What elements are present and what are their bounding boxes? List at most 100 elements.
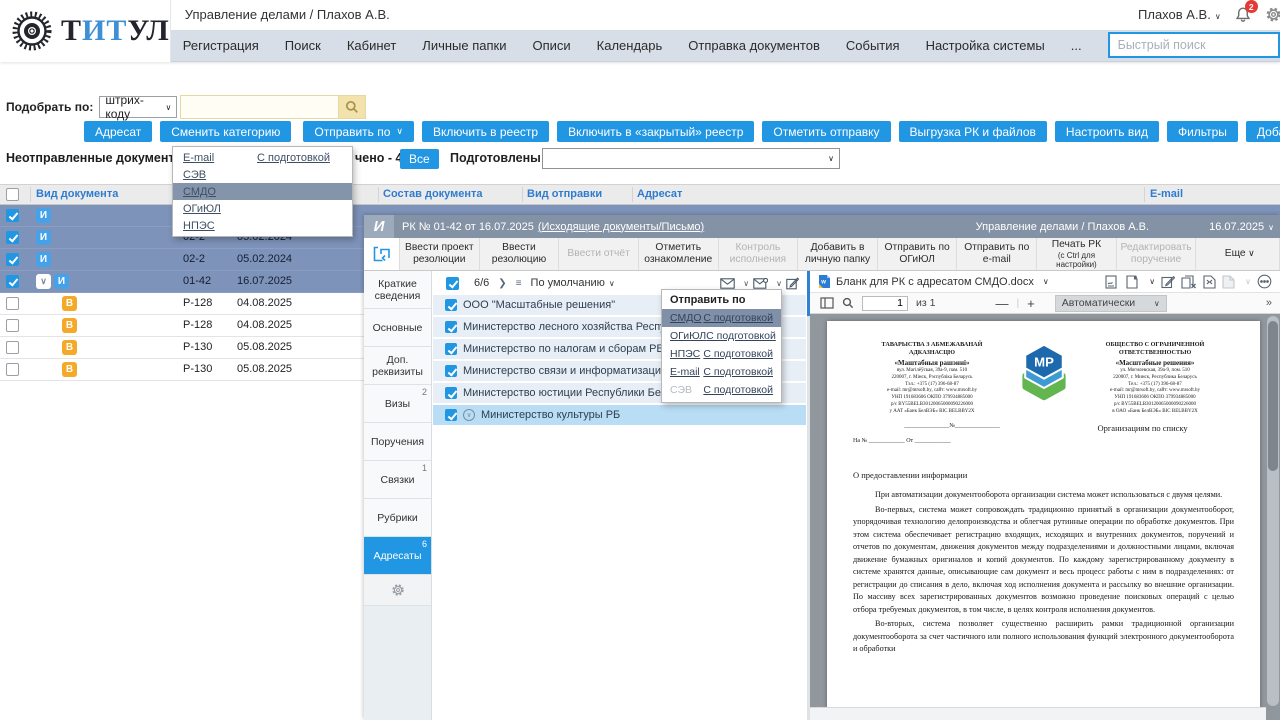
col-email[interactable]: E-mail	[1150, 188, 1183, 200]
notifications-bell-icon[interactable]: 2	[1235, 6, 1251, 23]
user-menu[interactable]: Плахов А.В.∨	[1138, 7, 1221, 22]
toolbar-button[interactable]: Настроить вид	[1055, 121, 1159, 142]
settings-gear-icon[interactable]	[1265, 6, 1280, 23]
addressee-checkbox[interactable]	[445, 387, 457, 399]
rk-tab[interactable]: Поручения	[364, 423, 431, 461]
toolbar-button[interactable]: Отметить отправку	[762, 121, 890, 142]
send-menu-item[interactable]: ОГиЮЛ	[173, 200, 352, 217]
rk-tab[interactable]: 2 Визы	[364, 385, 431, 423]
rk-toolbar-button[interactable]: Печать РК(с Ctrl для настройки)	[1037, 238, 1117, 270]
toolbar-button[interactable]: Добавить в личную папку	[1246, 121, 1280, 142]
pick-by-select[interactable]: штрих-коду∨	[99, 96, 177, 118]
context-menu-item[interactable]: E-mail С подготовкой	[662, 363, 781, 381]
context-menu-item[interactable]: СМДО С подготовкой	[662, 309, 781, 327]
send-menu-item[interactable]: НПЭС	[173, 217, 352, 234]
nav-item[interactable]: Настройка системы	[926, 38, 1045, 53]
nav-item[interactable]: Календарь	[597, 38, 663, 53]
rk-group-link[interactable]: (Исходящие документы/Письмо)	[538, 221, 704, 233]
zoom-out-button[interactable]: —	[995, 296, 1008, 311]
rk-date[interactable]: 16.07.2025∨	[1209, 221, 1274, 233]
addressee-row[interactable]: ∨ Министерство культуры РБ	[433, 405, 806, 425]
toolbar-button[interactable]: Выгрузка РК и файлов	[899, 121, 1047, 142]
chevron-circle-icon[interactable]: ∨	[463, 409, 475, 421]
nav-item[interactable]: Кабинет	[347, 38, 396, 53]
send-menu-item[interactable]: СЭВ	[173, 166, 352, 183]
rk-tab[interactable]: Краткие сведения	[364, 271, 431, 309]
filename-caret[interactable]: ∨	[1043, 277, 1049, 286]
zoom-mode-select[interactable]: Автоматически∨	[1055, 295, 1167, 312]
send-menu-item[interactable]: СМДО	[173, 183, 352, 200]
stamp-sign-icon[interactable]	[1105, 275, 1120, 289]
context-menu-item[interactable]: НПЭС С подготовкой	[662, 345, 781, 363]
row-checkbox[interactable]	[6, 319, 19, 332]
addressee-checkbox[interactable]	[445, 365, 457, 377]
nav-item[interactable]: Описи	[532, 38, 570, 53]
toolbar-button[interactable]: Включить в реестр	[422, 121, 549, 142]
row-checkbox[interactable]	[6, 253, 19, 266]
rk-toolbar-button[interactable]: Отправить по ОГиЮЛ	[878, 238, 958, 270]
new-file-caret[interactable]: ∨	[1149, 277, 1155, 286]
nav-item[interactable]: Регистрация	[183, 38, 259, 53]
row-checkbox[interactable]	[6, 231, 19, 244]
col-composition[interactable]: Состав документа	[383, 188, 483, 200]
nav-item[interactable]: События	[846, 38, 900, 53]
nav-item[interactable]: ...	[1071, 38, 1082, 53]
addressee-checkbox[interactable]	[445, 299, 457, 311]
toolbar-expand-icon[interactable]: »	[1266, 297, 1270, 309]
expand-icon[interactable]: ❯	[498, 278, 506, 289]
horizontal-scrollbar[interactable]	[810, 707, 1266, 720]
rk-toolbar-button[interactable]: Контроль исполнения	[719, 238, 799, 270]
quick-search-input[interactable]	[1108, 32, 1278, 58]
row-checkbox[interactable]	[6, 341, 19, 354]
addressee-checkbox[interactable]	[445, 321, 457, 333]
new-file-icon[interactable]	[1126, 275, 1139, 289]
rk-toolbar-button[interactable]: Еще	[1200, 238, 1280, 270]
addressee-checkbox[interactable]	[445, 409, 457, 421]
preview-filename[interactable]: Бланк для РК с адресатом СМДО.docx	[836, 276, 1034, 288]
rk-toolbar-button[interactable]: Ввести отчёт	[559, 238, 639, 270]
more-actions-icon[interactable]	[1257, 274, 1272, 289]
toolbar-button[interactable]: Отправить по	[303, 121, 414, 142]
page-number-input[interactable]	[862, 296, 908, 311]
row-checkbox[interactable]	[6, 297, 19, 310]
search-icon[interactable]	[842, 297, 854, 309]
addressee-checkbox[interactable]	[445, 343, 457, 355]
row-checkbox[interactable]	[6, 363, 19, 376]
rk-tab[interactable]: Основные	[364, 309, 431, 347]
prepared-in-select[interactable]: ∨	[542, 148, 840, 169]
rk-toolbar-button[interactable]: Ввести резолюцию	[480, 238, 560, 270]
delete-file-icon[interactable]	[1181, 275, 1197, 289]
sidebar-toggle-icon[interactable]	[820, 297, 834, 309]
pick-by-search-button[interactable]	[339, 95, 366, 119]
rk-toolbar-button[interactable]: Добавить в личную папку	[798, 238, 878, 270]
scrollbar-thumb[interactable]	[1268, 321, 1278, 471]
rk-tab[interactable]: 1 Связки	[364, 461, 431, 499]
list-menu-icon[interactable]: ≡	[516, 278, 522, 289]
send-envelope-prepared-icon[interactable]	[753, 278, 768, 289]
nav-item[interactable]: Отправка документов	[688, 38, 820, 53]
vertical-scrollbar[interactable]	[1267, 316, 1279, 706]
col-send-kind[interactable]: Вид отправки	[527, 188, 602, 200]
context-menu-item[interactable]: СЭВ С подготовкой	[662, 381, 781, 399]
rk-tab[interactable]: Рубрики	[364, 499, 431, 537]
toolbar-button[interactable]: Включить в «закрытый» реестр	[557, 121, 754, 142]
rk-tab-settings[interactable]	[364, 575, 431, 606]
col-doc-type[interactable]: Вид документа	[36, 188, 118, 200]
sort-select[interactable]: По умолчанию∨	[531, 277, 615, 289]
rk-toolbar-button[interactable]: Редактировать поручение	[1117, 238, 1197, 270]
zoom-in-button[interactable]: +	[1027, 296, 1035, 311]
select-all-checkbox[interactable]	[6, 188, 19, 201]
addressees-select-all[interactable]	[446, 277, 459, 290]
all-button[interactable]: Все	[400, 149, 439, 169]
rk-register-icon-button[interactable]	[364, 238, 400, 270]
collapse-file-icon[interactable]	[1203, 275, 1216, 289]
send-menu-item[interactable]: E-mail С подготовкой	[173, 149, 352, 166]
rk-tab[interactable]: Доп. реквизиты	[364, 347, 431, 385]
edit-icon[interactable]	[786, 277, 799, 290]
context-menu-item[interactable]: ОГиЮЛ С подготовкой	[662, 327, 781, 345]
toolbar-button[interactable]: Сменить категорию	[160, 121, 291, 142]
row-checkbox[interactable]	[6, 275, 19, 288]
col-addressee[interactable]: Адресат	[637, 188, 682, 200]
edit-file-icon[interactable]	[1161, 275, 1175, 289]
send-envelope-prepared-caret[interactable]: ∨	[776, 279, 782, 288]
